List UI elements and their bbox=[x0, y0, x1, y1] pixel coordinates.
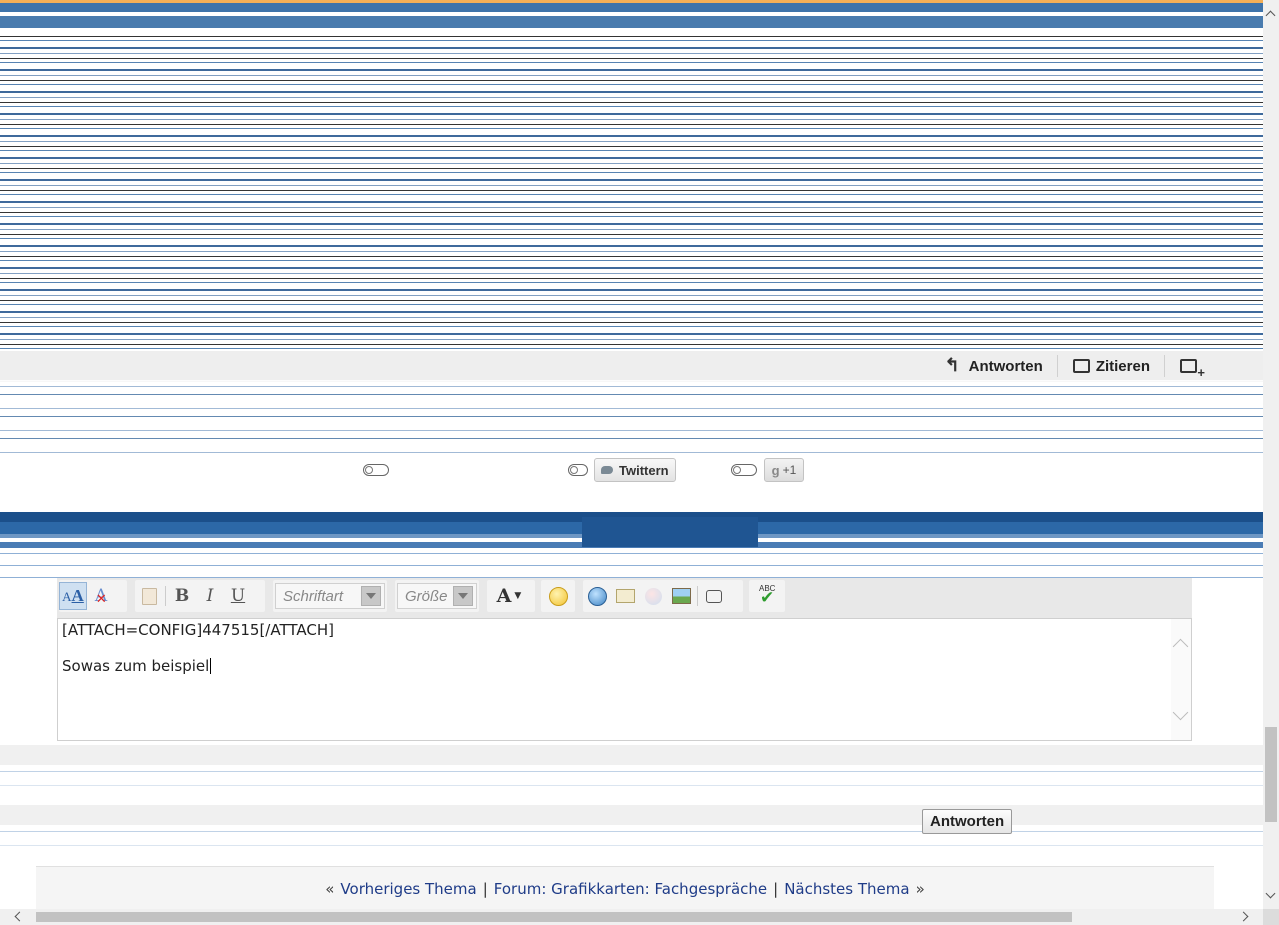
chevron-down-icon[interactable] bbox=[1265, 888, 1276, 899]
scroll-up-icon[interactable] bbox=[1172, 638, 1189, 655]
insert-link-button[interactable] bbox=[583, 582, 611, 610]
gplus-icon: g bbox=[771, 462, 780, 478]
underline-icon: U bbox=[230, 586, 246, 606]
insert-image-button[interactable] bbox=[667, 582, 695, 610]
chevron-right-icon[interactable] bbox=[1238, 911, 1249, 922]
remove-format-button[interactable]: A ✕ bbox=[87, 582, 115, 610]
editor-toolbar: AA A ✕ B I U Schriftart Größe A ▼ ABC ✔ bbox=[57, 578, 1192, 618]
submit-reply-button[interactable]: Antworten bbox=[922, 809, 1013, 834]
underline-button[interactable]: U bbox=[224, 582, 252, 610]
twitter-share-button[interactable]: Twittern bbox=[594, 458, 676, 482]
chevron-down-icon bbox=[361, 586, 381, 606]
background-stripes bbox=[0, 745, 1263, 860]
quote-button[interactable]: Zitieren bbox=[1056, 355, 1164, 377]
image-icon bbox=[671, 588, 691, 604]
previous-thread-link[interactable]: Vorheriges Thema bbox=[340, 880, 476, 898]
next-marker: » bbox=[915, 880, 925, 898]
italic-button[interactable]: I bbox=[196, 582, 224, 610]
editor-line: Sowas zum beispiel bbox=[62, 657, 334, 675]
scrollbar-thumb[interactable] bbox=[36, 912, 1072, 922]
nav-separator: | bbox=[773, 880, 779, 898]
italic-icon: I bbox=[206, 586, 214, 606]
nav-separator: | bbox=[482, 880, 488, 898]
twitter-bird-icon bbox=[599, 464, 615, 476]
spellcheck-group: ABC ✔ bbox=[749, 580, 785, 612]
next-thread-link[interactable]: Nächstes Thema bbox=[784, 880, 909, 898]
text-color-icon: A bbox=[496, 585, 512, 607]
page-background-glitch bbox=[0, 0, 1263, 350]
gplus-share-button[interactable]: g +1 bbox=[764, 458, 804, 482]
quote-icon bbox=[1072, 358, 1090, 374]
scrollbar-thumb[interactable] bbox=[1265, 727, 1277, 822]
text-color-group: A ▼ bbox=[487, 580, 535, 612]
facebook-privacy-toggle[interactable] bbox=[363, 464, 389, 476]
editor-line-text: Sowas zum beispiel bbox=[62, 657, 210, 675]
background-stripes bbox=[0, 548, 1263, 578]
paste-button[interactable] bbox=[135, 582, 163, 610]
toolbar-separator bbox=[697, 586, 698, 606]
forum-link[interactable]: Forum: Grafikkarten: Fachgespräche bbox=[494, 880, 767, 898]
paste-icon bbox=[141, 587, 157, 605]
link-globe-icon bbox=[587, 586, 607, 606]
social-share-row: Twittern g +1 bbox=[0, 458, 1263, 482]
multi-quote-icon bbox=[1179, 358, 1205, 380]
font-family-placeholder: Schriftart bbox=[283, 587, 344, 605]
bold-icon: B bbox=[174, 586, 190, 606]
gplus-privacy-toggle[interactable] bbox=[731, 464, 757, 476]
toolbar-mode-group: AA A ✕ bbox=[59, 580, 127, 612]
toolbar-format-group: B I U bbox=[135, 580, 265, 612]
quote-bubble-icon bbox=[706, 589, 722, 603]
bold-button[interactable]: B bbox=[168, 582, 196, 610]
chevron-down-icon: ▼ bbox=[514, 591, 522, 601]
twitter-privacy-toggle[interactable] bbox=[568, 464, 588, 476]
prev-marker: « bbox=[325, 880, 335, 898]
text-color-button[interactable]: A ▼ bbox=[487, 582, 531, 610]
page-horizontal-scrollbar[interactable] bbox=[0, 909, 1263, 925]
size-select-group: Größe bbox=[395, 580, 479, 612]
scrollbar-corner bbox=[1263, 909, 1279, 925]
multi-quote-button[interactable] bbox=[1164, 355, 1211, 380]
spellcheck-icon: ABC ✔ bbox=[759, 584, 776, 608]
smilies-group bbox=[541, 580, 575, 612]
font-family-select[interactable]: Schriftart bbox=[275, 583, 385, 609]
twitter-label: Twittern bbox=[619, 462, 669, 478]
font-size-placeholder: Größe bbox=[405, 587, 448, 605]
toolbar-separator bbox=[165, 586, 166, 606]
editor-line: [ATTACH=CONFIG]447515[/ATTACH] bbox=[62, 621, 334, 639]
unlink-icon bbox=[644, 587, 662, 605]
spellcheck-button[interactable]: ABC ✔ bbox=[753, 582, 781, 610]
reply-label: Antworten bbox=[968, 357, 1043, 375]
insert-quote-button[interactable] bbox=[700, 582, 728, 610]
message-editor[interactable]: [ATTACH=CONFIG]447515[/ATTACH] Sowas zum… bbox=[57, 618, 1192, 741]
font-select-group: Schriftart bbox=[273, 580, 387, 612]
font-size-select[interactable]: Größe bbox=[397, 583, 477, 609]
text-mode-icon: AA bbox=[62, 586, 84, 605]
email-icon bbox=[615, 589, 635, 603]
editor-scrollbar[interactable] bbox=[1171, 619, 1191, 740]
thread-navigation: « Vorheriges Thema | Forum: Grafikkarten… bbox=[36, 866, 1214, 911]
unlink-button[interactable] bbox=[639, 582, 667, 610]
background-stripes bbox=[0, 380, 1263, 460]
gplus-label: +1 bbox=[782, 463, 797, 477]
wysiwyg-mode-button[interactable]: AA bbox=[59, 582, 87, 610]
message-text[interactable]: [ATTACH=CONFIG]447515[/ATTACH] Sowas zum… bbox=[62, 621, 334, 675]
smiley-icon bbox=[548, 586, 568, 606]
scroll-down-icon[interactable] bbox=[1172, 704, 1189, 721]
smilies-button[interactable] bbox=[544, 582, 572, 610]
chevron-down-icon bbox=[453, 586, 473, 606]
chevron-up-icon[interactable] bbox=[1265, 10, 1276, 21]
insert-email-button[interactable] bbox=[611, 582, 639, 610]
post-action-bar: Antworten Zitieren bbox=[0, 351, 1263, 382]
chevron-left-icon[interactable] bbox=[14, 911, 25, 922]
reply-icon bbox=[945, 355, 963, 376]
post-actions: Antworten Zitieren bbox=[931, 355, 1211, 380]
text-caret bbox=[210, 658, 212, 674]
quote-label: Zitieren bbox=[1095, 357, 1150, 375]
remove-format-icon: A ✕ bbox=[94, 586, 108, 607]
reply-button[interactable]: Antworten bbox=[931, 355, 1057, 377]
reply-header-tab bbox=[582, 517, 758, 547]
insert-group bbox=[583, 580, 743, 612]
page-vertical-scrollbar[interactable] bbox=[1263, 0, 1279, 909]
